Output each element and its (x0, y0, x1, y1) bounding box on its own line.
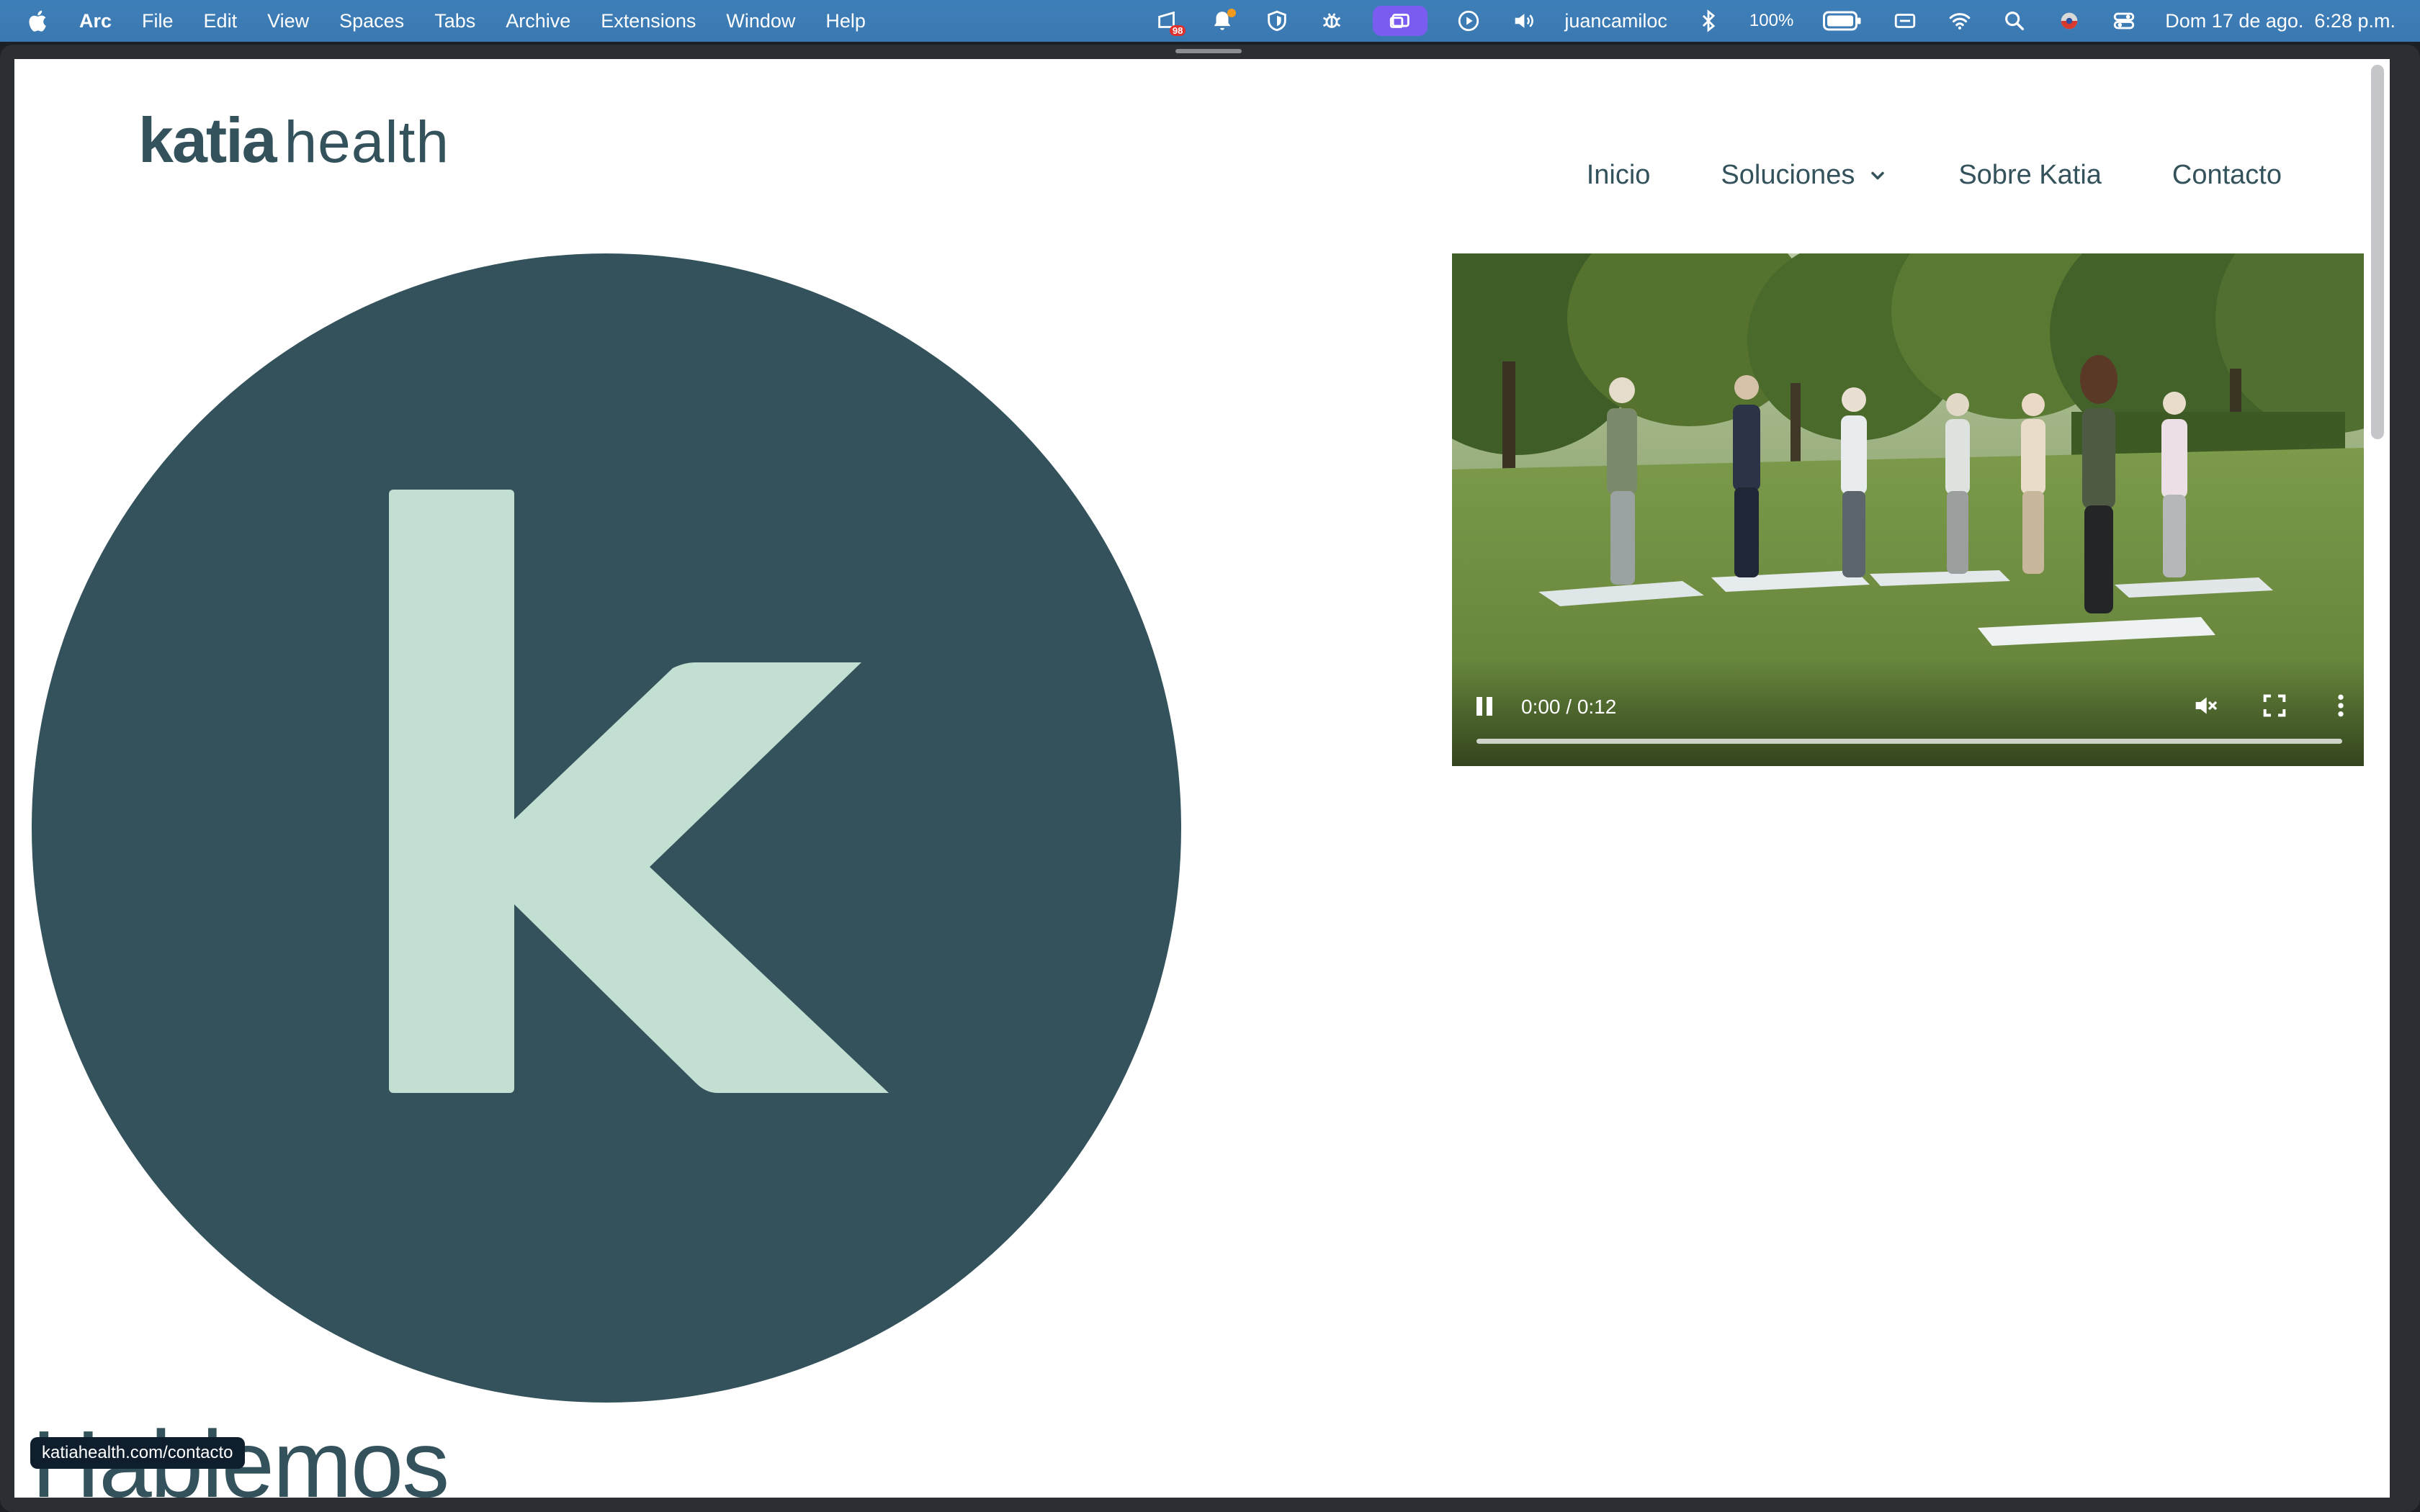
notification-dot (1227, 9, 1237, 17)
bluetooth-icon[interactable] (1695, 7, 1722, 35)
notification-badge: 98 (1169, 25, 1186, 36)
nav-soluciones-label: Soluciones (1721, 160, 1855, 190)
video-time: 0:00 / 0:12 (1521, 696, 1617, 718)
menu-file[interactable]: File (142, 10, 174, 32)
hero-logo-circle (32, 253, 1181, 1403)
shield-icon[interactable] (1263, 7, 1291, 35)
menu-app-name[interactable]: Arc (79, 10, 112, 32)
control-center-icon[interactable] (2110, 7, 2138, 35)
menu-spaces[interactable]: Spaces (339, 10, 404, 32)
logo-bold-text: katia (138, 104, 277, 176)
page-scrollbar[interactable] (2371, 65, 2384, 439)
menu-view[interactable]: View (267, 10, 309, 32)
main-nav: Inicio Soluciones Sobre Katia Contacto (1587, 160, 2282, 191)
notification-bell-icon[interactable] (1209, 7, 1237, 35)
menu-edit[interactable]: Edit (204, 10, 238, 32)
menubar-datetime[interactable]: Dom 17 de ago. 6:28 p.m. (2165, 10, 2396, 32)
volume-icon[interactable] (1510, 7, 1537, 35)
hero-k-glyph (389, 490, 889, 1093)
nav-inicio[interactable]: Inicio (1587, 160, 1651, 191)
keyboard-input-icon[interactable] (1891, 7, 1919, 35)
menu-extensions[interactable]: Extensions (601, 10, 696, 32)
battery-icon[interactable] (1821, 7, 1864, 35)
nav-sobre-katia[interactable]: Sobre Katia (1958, 160, 2102, 191)
apple-logo-icon[interactable] (26, 8, 49, 34)
nav-contacto[interactable]: Contacto (2172, 160, 2282, 191)
menu-archive[interactable]: Archive (506, 10, 570, 32)
calendar-badge-icon[interactable]: 98 (1154, 7, 1186, 36)
link-status-url: katiahealth.com/contacto (30, 1437, 245, 1469)
video-progress-bar[interactable] (1476, 739, 2342, 744)
muted-volume-icon[interactable] (2191, 691, 2220, 720)
chevron-down-icon (1871, 171, 1885, 179)
menu-help[interactable]: Help (825, 10, 866, 32)
screen-mirroring-icon[interactable] (1373, 6, 1428, 36)
battery-percent: 100% (1749, 11, 1794, 30)
pause-icon[interactable] (1476, 697, 1495, 719)
fullscreen-icon[interactable] (2260, 691, 2289, 720)
flag-icon[interactable] (2056, 7, 2083, 35)
nav-soluciones[interactable]: Soluciones (1721, 160, 1888, 191)
browser-window: katia health Inicio Soluciones Sobre Kat… (0, 45, 2420, 1512)
web-page: katia health Inicio Soluciones Sobre Kat… (14, 59, 2390, 1498)
username-label[interactable]: juancamiloc (1564, 10, 1667, 32)
logo-light-text: health (284, 109, 449, 175)
more-options-icon[interactable] (2326, 691, 2355, 720)
play-circle-icon[interactable] (1455, 7, 1482, 35)
window-drag-handle[interactable] (1175, 49, 1242, 53)
menu-bar: Arc File Edit View Spaces Tabs Archive E… (0, 0, 2420, 42)
wifi-icon[interactable] (1946, 7, 1973, 35)
spotlight-search-icon[interactable] (2001, 7, 2028, 35)
menu-window[interactable]: Window (726, 10, 795, 32)
video-player[interactable]: 0:00 / 0:12 (1452, 253, 2364, 766)
video-controls: 0:00 / 0:12 (1452, 658, 2364, 766)
bug-icon[interactable] (1318, 7, 1345, 35)
menu-tabs[interactable]: Tabs (434, 10, 475, 32)
site-logo[interactable]: katia health (138, 104, 449, 177)
